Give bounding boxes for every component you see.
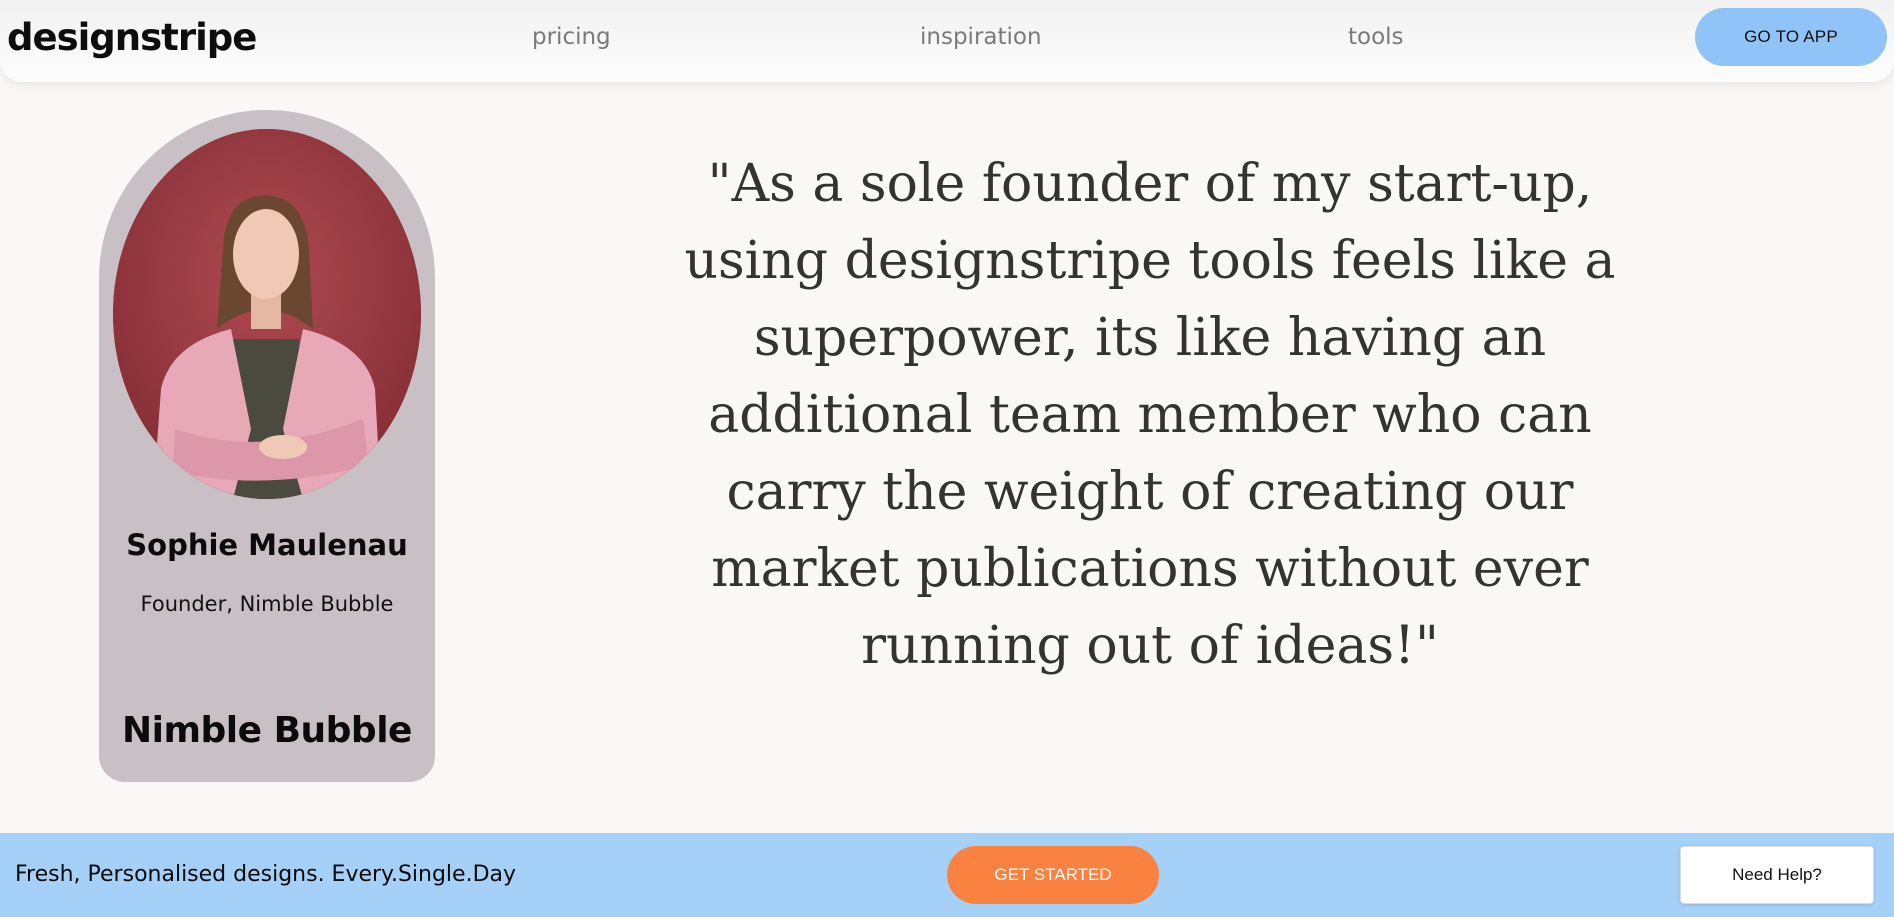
- testimonial-quote: "As a sole founder of my start-up, using…: [684, 154, 1616, 676]
- cta-tagline: Fresh, Personalised designs. Every.Singl…: [15, 862, 517, 887]
- sticky-cta-bar: Fresh, Personalised designs. Every.Singl…: [0, 833, 1894, 917]
- go-to-app-button[interactable]: GO TO APP: [1695, 8, 1887, 66]
- person-photo: [113, 129, 421, 499]
- nav-link-inspiration[interactable]: inspiration: [920, 24, 1042, 50]
- company-logo: Nimble Bubble: [122, 710, 412, 751]
- person-role: Founder, Nimble Bubble: [140, 592, 394, 616]
- top-navbar: designstripe pricing inspiration tools G…: [0, 0, 1894, 82]
- nav-link-tools[interactable]: tools: [1348, 24, 1404, 50]
- get-started-button[interactable]: GET STARTED: [947, 846, 1159, 904]
- need-help-button[interactable]: Need Help?: [1680, 846, 1874, 904]
- nav-link-pricing[interactable]: pricing: [532, 24, 611, 50]
- testimonial-card: Sophie Maulenau Founder, Nimble Bubble N…: [99, 110, 435, 782]
- site-logo[interactable]: designstripe: [7, 16, 257, 59]
- person-name: Sophie Maulenau: [126, 528, 408, 562]
